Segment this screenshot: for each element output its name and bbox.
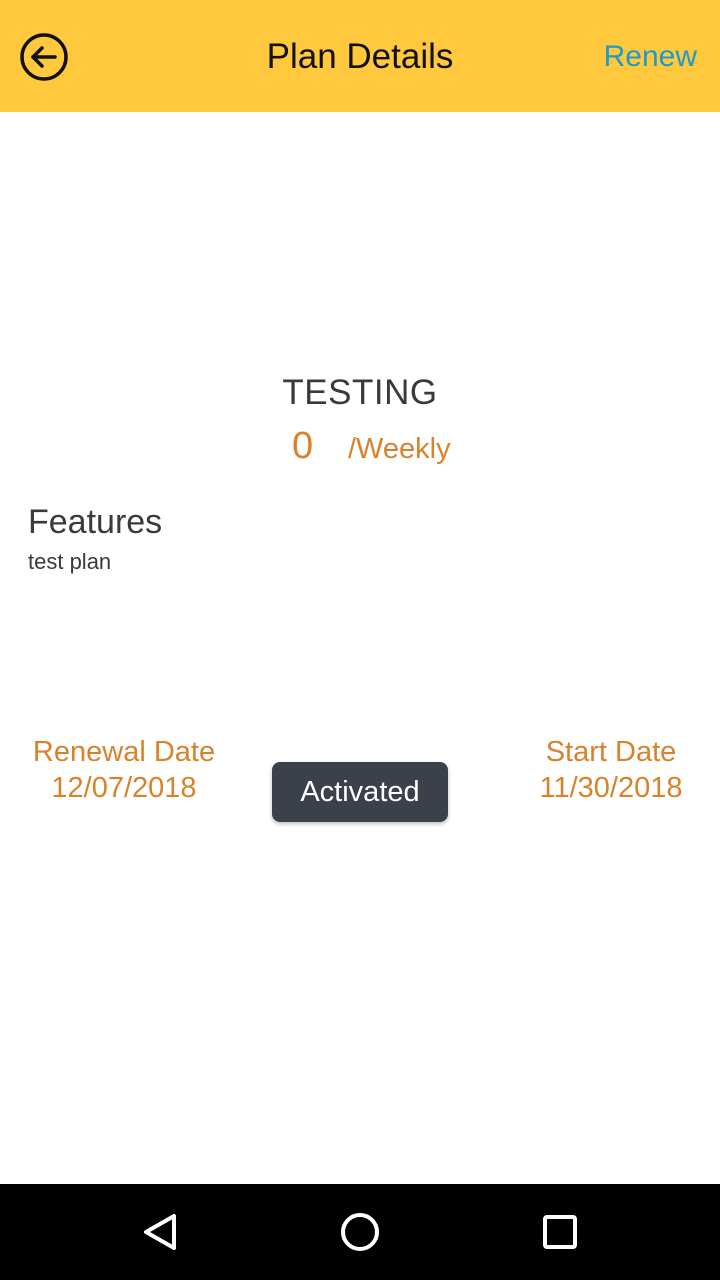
plan-period: /Weekly (348, 433, 451, 465)
start-date-block: Start Date 11/30/2018 (501, 734, 720, 806)
start-date-label: Start Date (545, 736, 677, 768)
system-back-button[interactable] (136, 1208, 184, 1256)
plan-name: TESTING (282, 373, 438, 412)
system-navigation-bar (0, 1184, 720, 1280)
plan-details-screen: Plan Details Renew TESTING 0 /Weekly Fea… (0, 0, 720, 1280)
features-text: test plan (28, 549, 112, 574)
app-bar: Plan Details Renew (0, 0, 720, 112)
features-heading: Features (28, 503, 163, 541)
system-recents-button[interactable] (536, 1208, 584, 1256)
plan-price: 0 (292, 425, 314, 467)
system-home-button[interactable] (336, 1208, 384, 1256)
renewal-date-value: 12/07/2018 (51, 772, 197, 804)
renewal-date-label: Renewal Date (32, 736, 216, 768)
start-date-value: 11/30/2018 (539, 772, 683, 804)
renewal-date-block: Renewal Date 12/07/2018 (14, 734, 234, 806)
renew-button[interactable]: Renew (604, 39, 697, 75)
square-recents-icon (536, 1208, 584, 1256)
triangle-back-icon (136, 1208, 184, 1256)
circle-home-icon (336, 1208, 384, 1256)
activated-toast: Activated (272, 762, 448, 822)
